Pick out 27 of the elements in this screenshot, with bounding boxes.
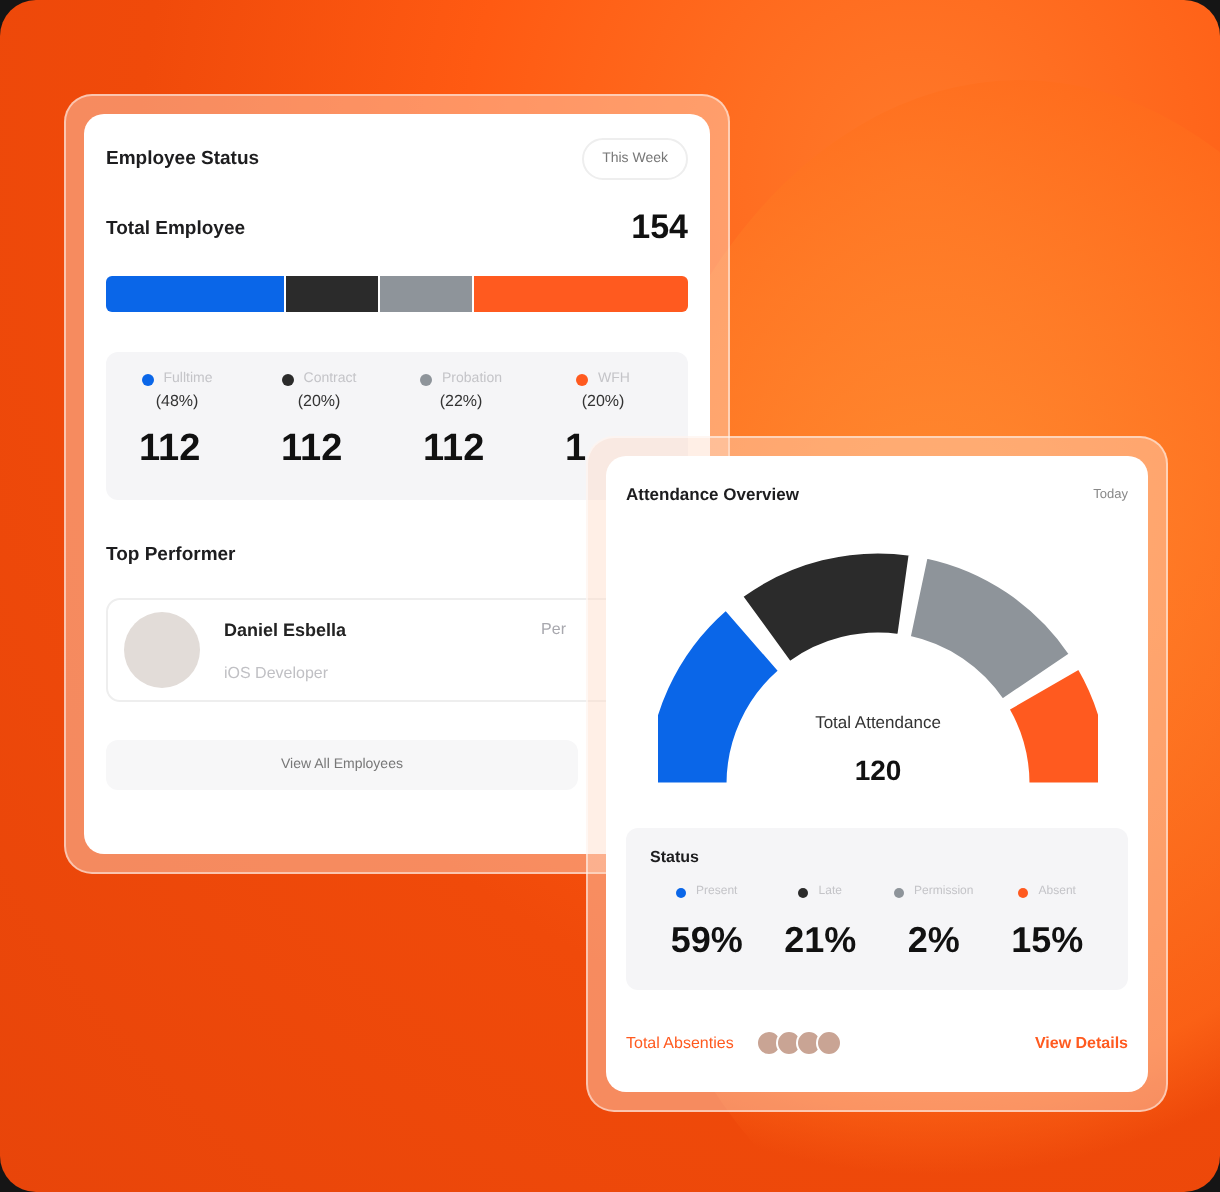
performer-role: iOS Developer: [224, 664, 331, 682]
avatar-placeholder: [124, 612, 200, 688]
performer-name: Daniel Esbella: [224, 620, 349, 640]
card-title: Attendance Overview: [626, 484, 799, 504]
stat-percent: (48%): [155, 392, 199, 410]
performer-metric: Per: [541, 618, 566, 638]
stat-value: 112: [281, 428, 345, 472]
stat-value: 112: [139, 428, 203, 472]
stat-value: 15%: [1011, 920, 1084, 962]
card-title: Employee Status: [106, 148, 260, 170]
stat-value: 59%: [670, 920, 743, 962]
stat-percent: (20%): [297, 392, 341, 410]
total-value: 154: [631, 208, 688, 248]
stat-value: 1: [565, 428, 589, 472]
view-details-link[interactable]: View Details: [1034, 1034, 1128, 1052]
avatar-group: [761, 1030, 842, 1056]
gauge-label: Total Attendance: [814, 712, 940, 732]
stat-value: 112: [423, 428, 487, 472]
absentees-label: Total Absenties: [626, 1034, 734, 1052]
stat-percent: (20%): [581, 392, 625, 410]
stat-value: 21%: [784, 920, 857, 962]
stat-value: 2%: [907, 920, 960, 962]
section-title: Top Performer: [106, 544, 238, 566]
stat-percent: (22%): [439, 392, 483, 410]
panel-title: Status: [650, 848, 701, 866]
gauge-value: 120: [853, 754, 901, 786]
total-label: Total Employee: [106, 217, 246, 239]
